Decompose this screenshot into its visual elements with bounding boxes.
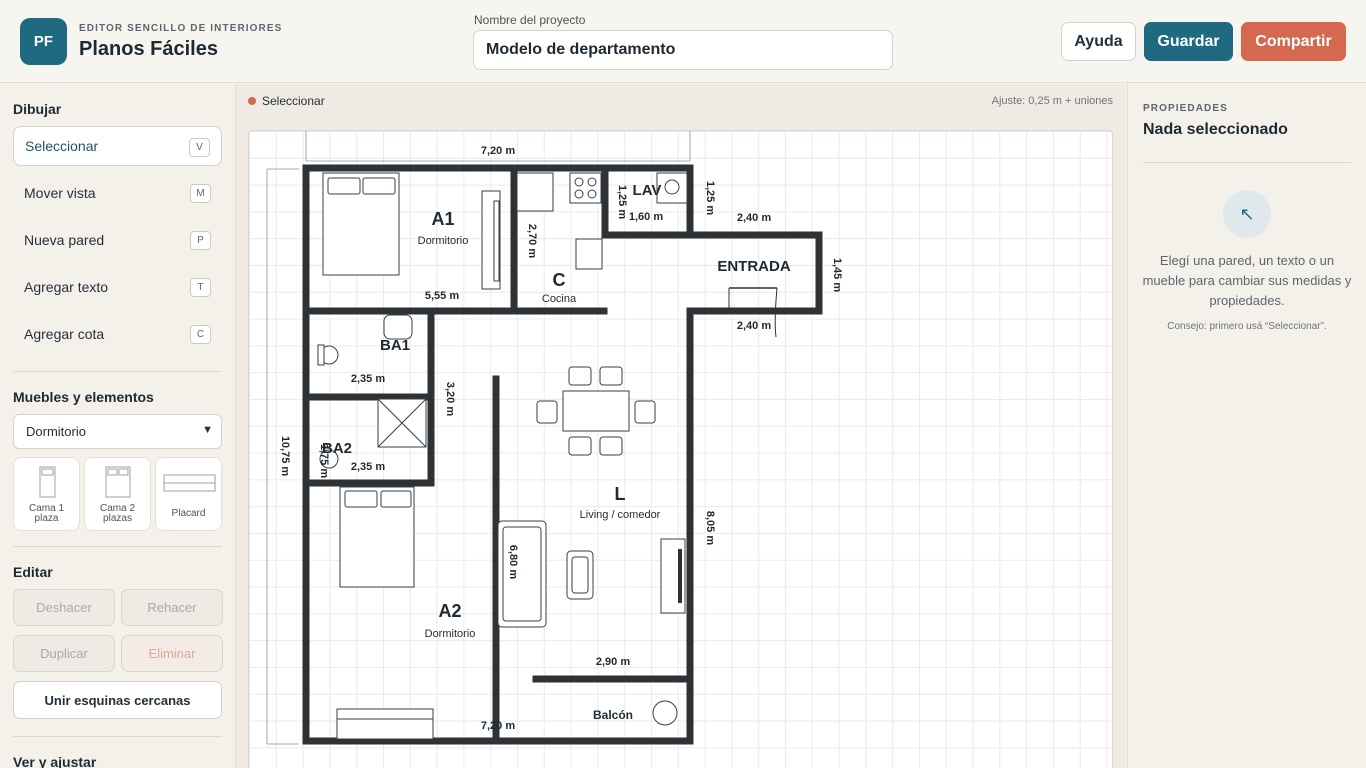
dim-label: 2,35 m	[351, 461, 385, 473]
draw-section-title: Dibujar	[13, 101, 62, 117]
divider	[13, 546, 222, 547]
dim-label: 8,05 m	[704, 511, 716, 545]
dim-label: 2,70 m	[526, 224, 538, 258]
dim-label: 7,20 m	[481, 720, 515, 732]
app-title: Planos Fáciles	[79, 38, 218, 60]
room-code: BA1	[380, 337, 410, 354]
join-corners-button[interactable]: Unir esquinas cercanas	[13, 681, 222, 719]
save-button[interactable]: Guardar	[1144, 22, 1233, 61]
shortcut-key: C	[190, 325, 211, 344]
view-section-title: Ver y ajustar	[13, 754, 97, 768]
dim-label: 2,40 m	[737, 320, 771, 332]
dim-label: 1,75 m	[318, 444, 330, 478]
floor-plan: A1 Dormitorio C Cocina LAV ENTRADA BA1 B…	[266, 131, 843, 745]
top-bar: PF EDITOR SENCILLO DE INTERIORES Planos …	[0, 0, 1366, 83]
project-name-input[interactable]	[473, 30, 893, 70]
duplicate-button[interactable]: Duplicar	[13, 635, 115, 672]
tool-label: Mover vista	[24, 185, 96, 201]
floor-plan-canvas[interactable]: A1 Dormitorio C Cocina LAV ENTRADA BA1 B…	[248, 130, 1113, 768]
properties-help-text: Elegí una pared, un texto o un mueble pa…	[1142, 253, 1352, 308]
divider	[13, 736, 222, 737]
dim-label: 10,75 m	[279, 436, 291, 477]
redo-button[interactable]: Rehacer	[121, 589, 223, 626]
properties-tip: Consejo: primero usá “Seleccionar”.	[1167, 321, 1327, 332]
status-dot	[248, 97, 256, 105]
room-name: Living / comedor	[580, 509, 661, 521]
tool-pan[interactable]: Mover vista M	[13, 173, 222, 213]
room-code: LAV	[633, 182, 662, 199]
furniture-items	[317, 172, 688, 740]
dim-label: 2,40 m	[737, 212, 771, 224]
share-button[interactable]: Compartir	[1241, 22, 1346, 61]
shortcut-key: M	[190, 184, 211, 203]
current-tool-label: Seleccionar	[262, 94, 325, 108]
room-code: L	[615, 484, 626, 504]
furniture-wardrobe[interactable]: Placard	[155, 457, 222, 531]
room-name: Cocina	[542, 293, 577, 305]
dim-label: 6,80 m	[507, 545, 519, 579]
furniture-double-bed[interactable]: Cama 2 plazas	[84, 457, 151, 531]
room-code: A2	[438, 601, 461, 621]
app-logo: PF	[20, 18, 67, 65]
app-subtitle: EDITOR SENCILLO DE INTERIORES	[79, 23, 283, 34]
room-name: Balcón	[593, 708, 633, 722]
dim-label: 1,25 m	[704, 181, 716, 215]
furniture-label: plaza	[34, 513, 59, 524]
shortcut-key: T	[190, 278, 211, 297]
dim-label: 7,20 m	[481, 145, 515, 157]
furniture-label: Placard	[171, 508, 206, 519]
furniture-category-select[interactable]: Dormitorio ▼	[13, 414, 222, 449]
tool-new-wall[interactable]: Nueva pared P	[13, 220, 222, 260]
dim-label: 3,20 m	[444, 382, 456, 416]
wardrobe-icon	[163, 474, 216, 492]
furniture-section-title: Muebles y elementos	[13, 389, 154, 405]
divider	[13, 371, 222, 372]
delete-button[interactable]: Eliminar	[121, 635, 223, 672]
dim-label: 2,35 m	[351, 373, 385, 385]
project-name-label: Nombre del proyecto	[474, 13, 586, 27]
divider	[1143, 162, 1351, 163]
chevron-down-icon: ▼	[202, 424, 213, 436]
edit-section-title: Editar	[13, 564, 53, 580]
furniture-label: plazas	[103, 513, 132, 524]
dim-label: 1,25 m	[616, 185, 628, 219]
select-value: Dormitorio	[26, 424, 86, 439]
tv-unit	[678, 549, 682, 603]
shortcut-key: V	[189, 138, 210, 157]
tool-label: Nueva pared	[24, 232, 105, 248]
tool-add-text[interactable]: Agregar texto T	[13, 267, 222, 307]
dim-label: 1,60 m	[629, 211, 663, 223]
room-name: Dormitorio	[418, 235, 469, 247]
furniture-single-bed[interactable]: Cama 1 plaza	[13, 457, 80, 531]
tool-label: Agregar cota	[24, 326, 105, 342]
properties-label: PROPIEDADES	[1143, 103, 1228, 114]
tool-label: Seleccionar	[25, 138, 99, 154]
room-code: ENTRADA	[717, 258, 790, 275]
room-name: Dormitorio	[425, 628, 476, 640]
cursor-arrow-icon: ↖	[1223, 190, 1271, 238]
properties-panel: PROPIEDADES Nada seleccionado ↖ Elegí un…	[1127, 84, 1366, 768]
tool-select[interactable]: Seleccionar V	[13, 126, 222, 166]
undo-button[interactable]: Deshacer	[13, 589, 115, 626]
canvas-area: Seleccionar Ajuste: 0,25 m + uniones A1 …	[236, 84, 1126, 768]
properties-title: Nada seleccionado	[1143, 121, 1288, 138]
snap-info: Ajuste: 0,25 m + uniones	[991, 95, 1113, 107]
dim-label: 1,45 m	[831, 258, 843, 292]
tool-label: Agregar texto	[24, 279, 109, 295]
tools-sidebar: Dibujar Seleccionar V Mover vista M Nuev…	[0, 84, 236, 768]
dim-label: 2,90 m	[596, 656, 630, 668]
room-code: A1	[431, 209, 454, 229]
shortcut-key: P	[190, 231, 211, 250]
current-tool-indicator: Seleccionar	[248, 94, 325, 108]
dim-label: 5,55 m	[425, 290, 459, 302]
tool-add-dimension[interactable]: Agregar cota C	[13, 314, 222, 354]
help-button[interactable]: Ayuda	[1061, 22, 1136, 61]
room-code: C	[553, 270, 566, 290]
